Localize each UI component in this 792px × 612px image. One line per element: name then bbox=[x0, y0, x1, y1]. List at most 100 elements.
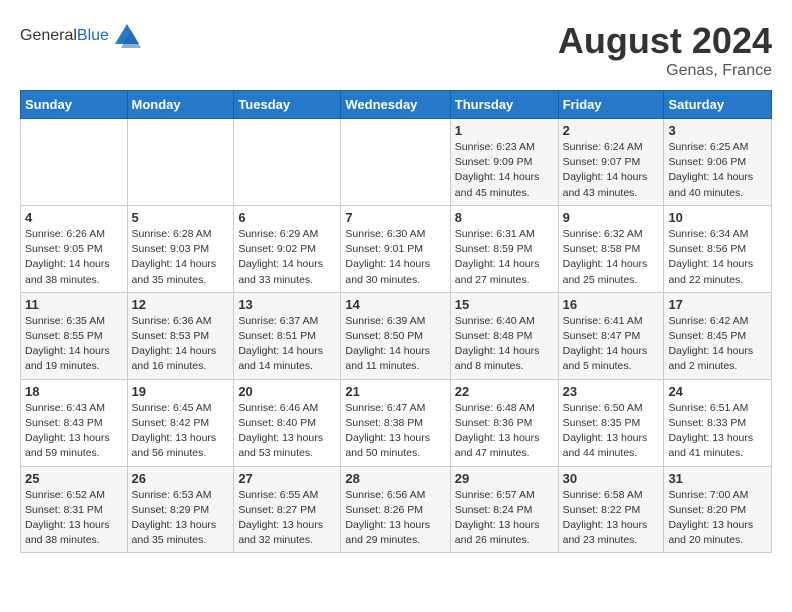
weekday-header-sunday: Sunday bbox=[21, 91, 128, 119]
day-number: 2 bbox=[563, 123, 660, 138]
logo-blue-text: Blue bbox=[77, 27, 109, 44]
page-header: GeneralBlue August 2024 Genas, France bbox=[20, 20, 772, 80]
day-info: Sunrise: 6:45 AM Sunset: 8:42 PM Dayligh… bbox=[132, 401, 230, 462]
month-title: August 2024 bbox=[558, 20, 772, 62]
calendar-cell: 24 Sunrise: 6:51 AM Sunset: 8:33 PM Dayli… bbox=[664, 379, 772, 466]
day-info: Sunrise: 6:53 AM Sunset: 8:29 PM Dayligh… bbox=[132, 488, 230, 549]
day-info: Sunrise: 6:34 AM Sunset: 8:56 PM Dayligh… bbox=[668, 227, 767, 288]
day-info: Sunrise: 6:29 AM Sunset: 9:02 PM Dayligh… bbox=[238, 227, 336, 288]
day-number: 27 bbox=[238, 471, 336, 486]
calendar-cell: 26 Sunrise: 6:53 AM Sunset: 8:29 PM Dayli… bbox=[127, 466, 234, 553]
day-info: Sunrise: 6:37 AM Sunset: 8:51 PM Dayligh… bbox=[238, 314, 336, 375]
day-number: 4 bbox=[25, 210, 123, 225]
calendar-cell bbox=[341, 119, 450, 206]
day-number: 23 bbox=[563, 384, 660, 399]
calendar-cell: 15 Sunrise: 6:40 AM Sunset: 8:48 PM Dayli… bbox=[450, 292, 558, 379]
calendar-cell: 5Sunrise: 6:28 AM Sunset: 9:03 PM Daylig… bbox=[127, 205, 234, 292]
week-row-3: 18Sunrise: 6:43 AM Sunset: 8:43 PM Dayli… bbox=[21, 379, 772, 466]
calendar-cell: 14Sunrise: 6:39 AM Sunset: 8:50 PM Dayli… bbox=[341, 292, 450, 379]
day-info: Sunrise: 6:35 AM Sunset: 8:55 PM Dayligh… bbox=[25, 314, 123, 375]
day-info: Sunrise: 6:48 AM Sunset: 8:36 PM Dayligh… bbox=[455, 401, 554, 462]
day-number: 9 bbox=[563, 210, 660, 225]
calendar-table: SundayMondayTuesdayWednesdayThursdayFrid… bbox=[20, 90, 772, 553]
calendar-cell: 12 Sunrise: 6:36 AM Sunset: 8:53 PM Dayli… bbox=[127, 292, 234, 379]
week-row-2: 11 Sunrise: 6:35 AM Sunset: 8:55 PM Dayli… bbox=[21, 292, 772, 379]
location: Genas, France bbox=[558, 62, 772, 80]
day-info: Sunrise: 7:00 AM Sunset: 8:20 PM Dayligh… bbox=[668, 488, 767, 549]
calendar-cell: 28Sunrise: 6:56 AM Sunset: 8:26 PM Dayli… bbox=[341, 466, 450, 553]
calendar-cell: 11 Sunrise: 6:35 AM Sunset: 8:55 PM Dayli… bbox=[21, 292, 128, 379]
day-info: Sunrise: 6:31 AM Sunset: 8:59 PM Dayligh… bbox=[455, 227, 554, 288]
calendar-cell: 2 Sunrise: 6:24 AM Sunset: 9:07 PM Daylig… bbox=[558, 119, 664, 206]
day-info: Sunrise: 6:58 AM Sunset: 8:22 PM Dayligh… bbox=[563, 488, 660, 549]
day-info: Sunrise: 6:57 AM Sunset: 8:24 PM Dayligh… bbox=[455, 488, 554, 549]
calendar-cell: 10Sunrise: 6:34 AM Sunset: 8:56 PM Dayli… bbox=[664, 205, 772, 292]
day-number: 7 bbox=[345, 210, 445, 225]
calendar-cell: 31Sunrise: 7:00 AM Sunset: 8:20 PM Dayli… bbox=[664, 466, 772, 553]
weekday-header-friday: Friday bbox=[558, 91, 664, 119]
calendar-cell: 18Sunrise: 6:43 AM Sunset: 8:43 PM Dayli… bbox=[21, 379, 128, 466]
day-info: Sunrise: 6:32 AM Sunset: 8:58 PM Dayligh… bbox=[563, 227, 660, 288]
day-number: 18 bbox=[25, 384, 123, 399]
calendar-cell: 9 Sunrise: 6:32 AM Sunset: 8:58 PM Daylig… bbox=[558, 205, 664, 292]
calendar-cell: 4 Sunrise: 6:26 AM Sunset: 9:05 PM Daylig… bbox=[21, 205, 128, 292]
day-number: 6 bbox=[238, 210, 336, 225]
title-block: August 2024 Genas, France bbox=[558, 20, 772, 80]
day-number: 26 bbox=[132, 471, 230, 486]
day-info: Sunrise: 6:42 AM Sunset: 8:45 PM Dayligh… bbox=[668, 314, 767, 375]
day-info: Sunrise: 6:24 AM Sunset: 9:07 PM Dayligh… bbox=[563, 140, 660, 201]
day-number: 5 bbox=[132, 210, 230, 225]
weekday-header-tuesday: Tuesday bbox=[234, 91, 341, 119]
calendar-cell bbox=[234, 119, 341, 206]
day-number: 17 bbox=[668, 297, 767, 312]
day-number: 15 bbox=[455, 297, 554, 312]
calendar-cell: 6 Sunrise: 6:29 AM Sunset: 9:02 PM Daylig… bbox=[234, 205, 341, 292]
calendar-cell: 16Sunrise: 6:41 AM Sunset: 8:47 PM Dayli… bbox=[558, 292, 664, 379]
day-number: 20 bbox=[238, 384, 336, 399]
day-number: 1 bbox=[455, 123, 554, 138]
day-number: 22 bbox=[455, 384, 554, 399]
calendar-cell: 19Sunrise: 6:45 AM Sunset: 8:42 PM Dayli… bbox=[127, 379, 234, 466]
calendar-cell bbox=[21, 119, 128, 206]
day-number: 12 bbox=[132, 297, 230, 312]
day-info: Sunrise: 6:23 AM Sunset: 9:09 PM Dayligh… bbox=[455, 140, 554, 201]
day-number: 28 bbox=[345, 471, 445, 486]
weekday-header-row: SundayMondayTuesdayWednesdayThursdayFrid… bbox=[21, 91, 772, 119]
logo: GeneralBlue bbox=[20, 20, 143, 52]
calendar-cell: 20 Sunrise: 6:46 AM Sunset: 8:40 PM Dayli… bbox=[234, 379, 341, 466]
calendar-cell: 23 Sunrise: 6:50 AM Sunset: 8:35 PM Dayli… bbox=[558, 379, 664, 466]
day-number: 3 bbox=[668, 123, 767, 138]
week-row-0: 1 Sunrise: 6:23 AM Sunset: 9:09 PM Daylig… bbox=[21, 119, 772, 206]
weekday-header-monday: Monday bbox=[127, 91, 234, 119]
calendar-cell: 25 Sunrise: 6:52 AM Sunset: 8:31 PM Dayli… bbox=[21, 466, 128, 553]
calendar-cell: 17 Sunrise: 6:42 AM Sunset: 8:45 PM Dayli… bbox=[664, 292, 772, 379]
day-info: Sunrise: 6:46 AM Sunset: 8:40 PM Dayligh… bbox=[238, 401, 336, 462]
calendar-cell: 29 Sunrise: 6:57 AM Sunset: 8:24 PM Dayli… bbox=[450, 466, 558, 553]
day-info: Sunrise: 6:25 AM Sunset: 9:06 PM Dayligh… bbox=[668, 140, 767, 201]
day-number: 25 bbox=[25, 471, 123, 486]
calendar-cell: 7 Sunrise: 6:30 AM Sunset: 9:01 PM Daylig… bbox=[341, 205, 450, 292]
calendar-cell: 8 Sunrise: 6:31 AM Sunset: 8:59 PM Daylig… bbox=[450, 205, 558, 292]
day-info: Sunrise: 6:41 AM Sunset: 8:47 PM Dayligh… bbox=[563, 314, 660, 375]
day-info: Sunrise: 6:52 AM Sunset: 8:31 PM Dayligh… bbox=[25, 488, 123, 549]
day-info: Sunrise: 6:36 AM Sunset: 8:53 PM Dayligh… bbox=[132, 314, 230, 375]
day-number: 14 bbox=[345, 297, 445, 312]
calendar-cell: 1 Sunrise: 6:23 AM Sunset: 9:09 PM Daylig… bbox=[450, 119, 558, 206]
day-info: Sunrise: 6:51 AM Sunset: 8:33 PM Dayligh… bbox=[668, 401, 767, 462]
day-number: 29 bbox=[455, 471, 554, 486]
day-number: 13 bbox=[238, 297, 336, 312]
calendar-cell bbox=[127, 119, 234, 206]
day-number: 8 bbox=[455, 210, 554, 225]
day-info: Sunrise: 6:26 AM Sunset: 9:05 PM Dayligh… bbox=[25, 227, 123, 288]
calendar-cell: 30Sunrise: 6:58 AM Sunset: 8:22 PM Dayli… bbox=[558, 466, 664, 553]
day-info: Sunrise: 6:40 AM Sunset: 8:48 PM Dayligh… bbox=[455, 314, 554, 375]
day-number: 24 bbox=[668, 384, 767, 399]
calendar-cell: 13 Sunrise: 6:37 AM Sunset: 8:51 PM Dayli… bbox=[234, 292, 341, 379]
day-number: 11 bbox=[25, 297, 123, 312]
calendar-cell: 27Sunrise: 6:55 AM Sunset: 8:27 PM Dayli… bbox=[234, 466, 341, 553]
day-info: Sunrise: 6:30 AM Sunset: 9:01 PM Dayligh… bbox=[345, 227, 445, 288]
day-info: Sunrise: 6:50 AM Sunset: 8:35 PM Dayligh… bbox=[563, 401, 660, 462]
calendar-cell: 3 Sunrise: 6:25 AM Sunset: 9:06 PM Daylig… bbox=[664, 119, 772, 206]
day-number: 21 bbox=[345, 384, 445, 399]
calendar-cell: 21Sunrise: 6:47 AM Sunset: 8:38 PM Dayli… bbox=[341, 379, 450, 466]
